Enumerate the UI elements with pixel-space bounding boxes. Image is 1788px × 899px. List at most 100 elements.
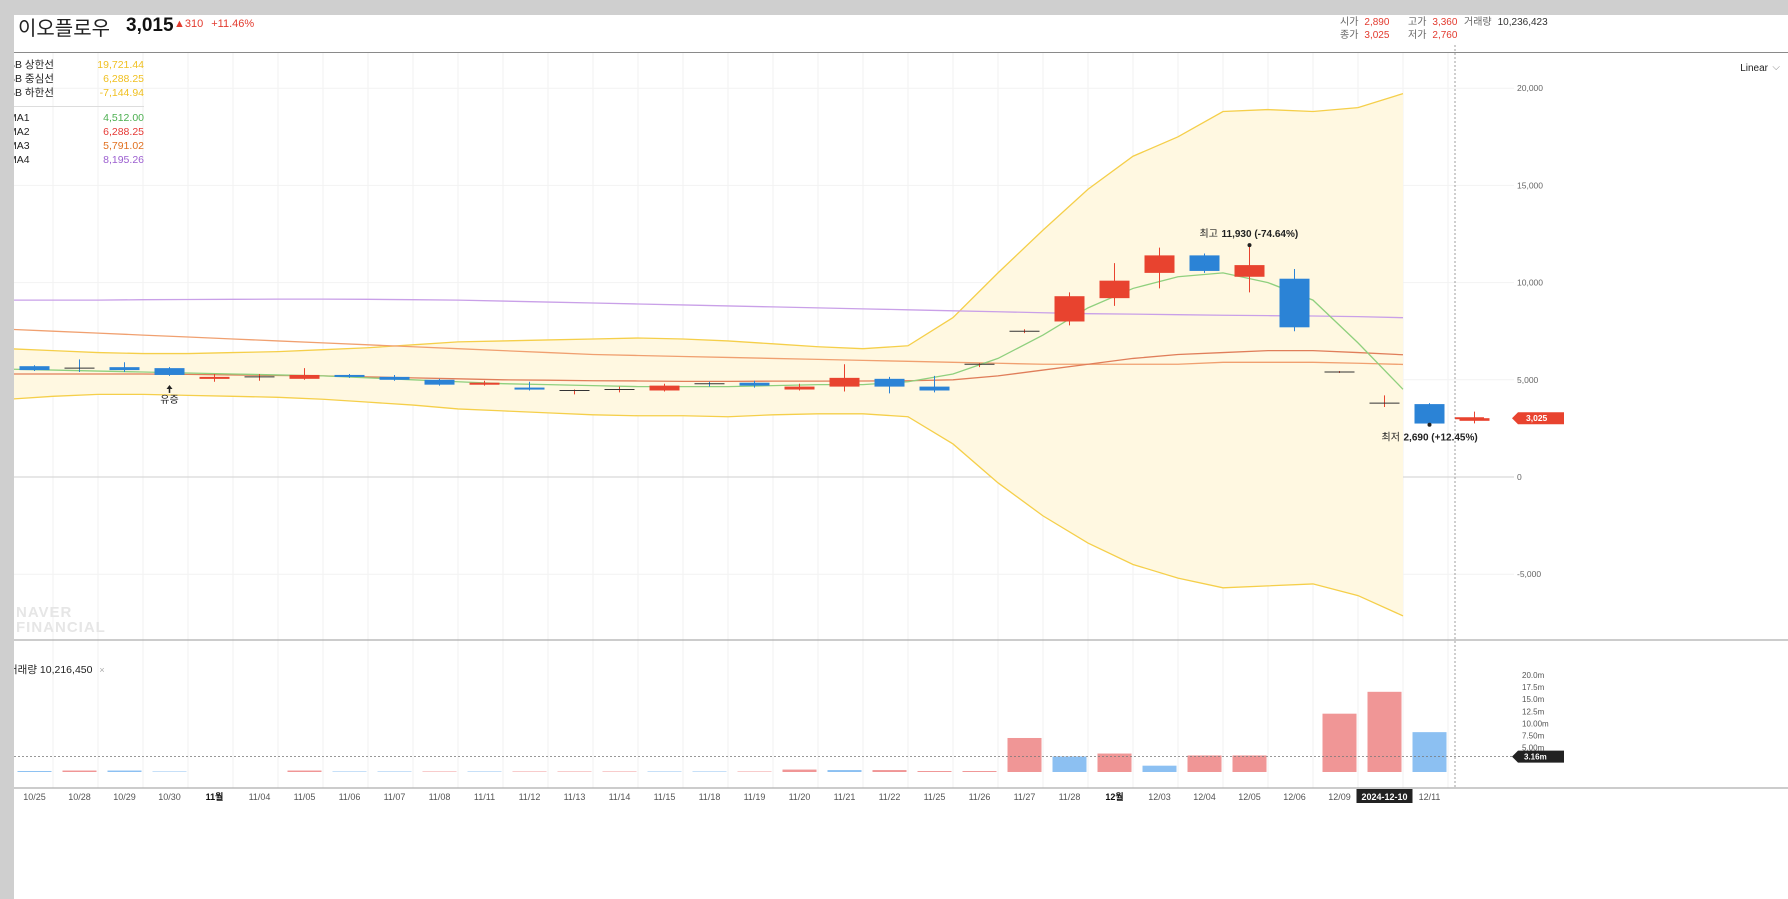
volume-value: 10,216,450: [39, 664, 93, 676]
x-tick-label: 10/29: [113, 792, 136, 802]
candle-body: [1234, 265, 1265, 277]
x-tick-label: 11/08: [429, 792, 451, 802]
high-annotation-label: 최고: [1200, 228, 1218, 240]
legend-bb-label: BB 하한선: [14, 87, 54, 99]
x-tick-label: 11/25: [924, 792, 946, 802]
legend-ma-value: 6,288.25: [103, 126, 144, 138]
event-annotation: 유증: [160, 394, 178, 406]
candle-body: [1054, 296, 1085, 322]
volume-tick-label: 15.0m: [1522, 695, 1545, 704]
volume-bar: [1412, 732, 1447, 772]
x-tick-label: 12/03: [1148, 792, 1171, 802]
current-price-tag: 3,025: [1526, 413, 1548, 423]
volume-bar: [1187, 755, 1222, 772]
low-marker: [1427, 422, 1432, 427]
x-tick-label: 12/06: [1283, 792, 1306, 802]
y-tick-label: -5,000: [1517, 569, 1541, 579]
x-tick-label: 11/18: [699, 792, 721, 802]
indicator-legend: BB 상한선 19,721.44 BB 중심선 6,288.25 BB 하한선 -7,14…: [14, 58, 144, 167]
x-tick-label: 11/20: [789, 792, 811, 802]
legend-ma-label: MA4: [14, 154, 30, 166]
legend-ma-label: MA2: [14, 126, 30, 138]
volume-tick-label: 10.00m: [1522, 719, 1549, 728]
candle-body: [1414, 404, 1445, 424]
candle-body: [649, 385, 680, 391]
close-icon[interactable]: ×: [99, 665, 104, 675]
candle-body: [1279, 278, 1310, 328]
x-tick-label: 12월: [1105, 791, 1123, 802]
candle-body: [19, 366, 50, 371]
candle-body: [289, 374, 320, 379]
current-volume-tag: 3.16m: [1524, 753, 1547, 762]
x-tick-label: 12/11: [1419, 792, 1441, 802]
volume-bar: [962, 771, 997, 772]
volume-bar: [827, 770, 862, 772]
volume-bar: [287, 770, 322, 772]
x-tick-label: 11/14: [609, 792, 631, 802]
x-tick-label: 11월: [206, 791, 224, 802]
volume-tick-label: 12.5m: [1522, 707, 1545, 716]
candle-body: [334, 374, 365, 377]
candle-body: [469, 382, 500, 385]
high-annotation-value: 11,930 (-74.64%): [1222, 229, 1299, 240]
x-tick-label: 11/12: [519, 792, 541, 802]
legend-bb-value: 19,721.44: [97, 59, 144, 71]
x-tick-label: 10/30: [158, 792, 181, 802]
watermark-line-2: FINANCIAL: [16, 619, 106, 636]
x-tick-label: 11/26: [969, 792, 991, 802]
y-tick-label: 0: [1517, 472, 1522, 482]
naver-financial-watermark: NAVER FINANCIAL: [16, 605, 106, 635]
candle-body: [1099, 280, 1130, 299]
chevron-down-icon[interactable]: ⌵: [1772, 62, 1780, 73]
y-tick-label: 10,000: [1517, 278, 1543, 288]
legend-ma-value: 4,512.00: [103, 112, 144, 124]
x-tick-label: 11/22: [879, 792, 901, 802]
x-tick-label: 11/21: [834, 792, 856, 802]
legend-bb-value: -7,144.94: [99, 87, 144, 99]
legend-divider: [14, 106, 144, 107]
candle-body: [379, 376, 410, 380]
volume-bar: [1142, 765, 1177, 772]
x-tick-label: 12/04: [1193, 792, 1216, 802]
candle-body: [199, 376, 230, 379]
legend-bb-row: BB 하한선 -7,144.94: [14, 86, 144, 100]
volume-bar: [17, 771, 52, 772]
x-tick-label: 11/13: [564, 792, 586, 802]
legend-ma-group: MA1 4,512.00 MA2 6,288.25 MA3 5,791.02 MA4 8,19…: [14, 111, 144, 167]
bollinger-band-fill: [14, 93, 1403, 616]
x-tick-label: 10/28: [68, 792, 91, 802]
volume-bar: [1322, 713, 1357, 772]
legend-bb-group: BB 상한선 19,721.44 BB 중심선 6,288.25 BB 하한선 -7,14…: [14, 58, 144, 100]
candlestick-chart[interactable]: 20,000 15,000 10,000 5,000 0 -5,000 20.0m 17.5m…: [14, 15, 1788, 899]
legend-bb-label: BB 상한선: [14, 59, 54, 71]
y-tick-label: 20,000: [1517, 83, 1543, 93]
volume-tick-label: 20.0m: [1522, 671, 1545, 680]
scale-mode-toggle[interactable]: Linear: [1740, 63, 1768, 74]
legend-bb-row: BB 중심선 6,288.25: [14, 72, 144, 86]
high-marker: [1247, 243, 1252, 248]
legend-ma-value: 5,791.02: [103, 140, 144, 152]
volume-bar: [782, 769, 817, 772]
volume-label: 거래량: [14, 664, 37, 676]
x-tick-label: 11/05: [294, 792, 316, 802]
candle-body: [109, 367, 140, 371]
candle-body: [739, 382, 770, 386]
x-tick-label: 11/27: [1014, 792, 1036, 802]
x-tick-label: 11/11: [474, 792, 495, 802]
candle-body: [514, 387, 545, 390]
watermark-line-1: NAVER: [16, 604, 73, 621]
low-annotation-label: 최저: [1382, 432, 1400, 444]
legend-bb-value: 6,288.25: [103, 73, 144, 85]
candle-body: [1189, 255, 1220, 271]
y-tick-label: 15,000: [1517, 180, 1543, 190]
volume-bar: [917, 771, 952, 772]
volume-bar: [872, 770, 907, 772]
low-annotation-value: 2,690 (+12.45%): [1404, 433, 1478, 444]
x-tick-label: 10/25: [23, 792, 46, 802]
volume-bar: [107, 770, 142, 772]
legend-ma-row: MA1 4,512.00: [14, 111, 144, 125]
volume-tick-label: 17.5m: [1522, 683, 1545, 692]
legend-ma-value: 8,195.26: [103, 154, 144, 166]
volume-bar: [1052, 756, 1087, 772]
volume-bar: [1367, 691, 1402, 772]
